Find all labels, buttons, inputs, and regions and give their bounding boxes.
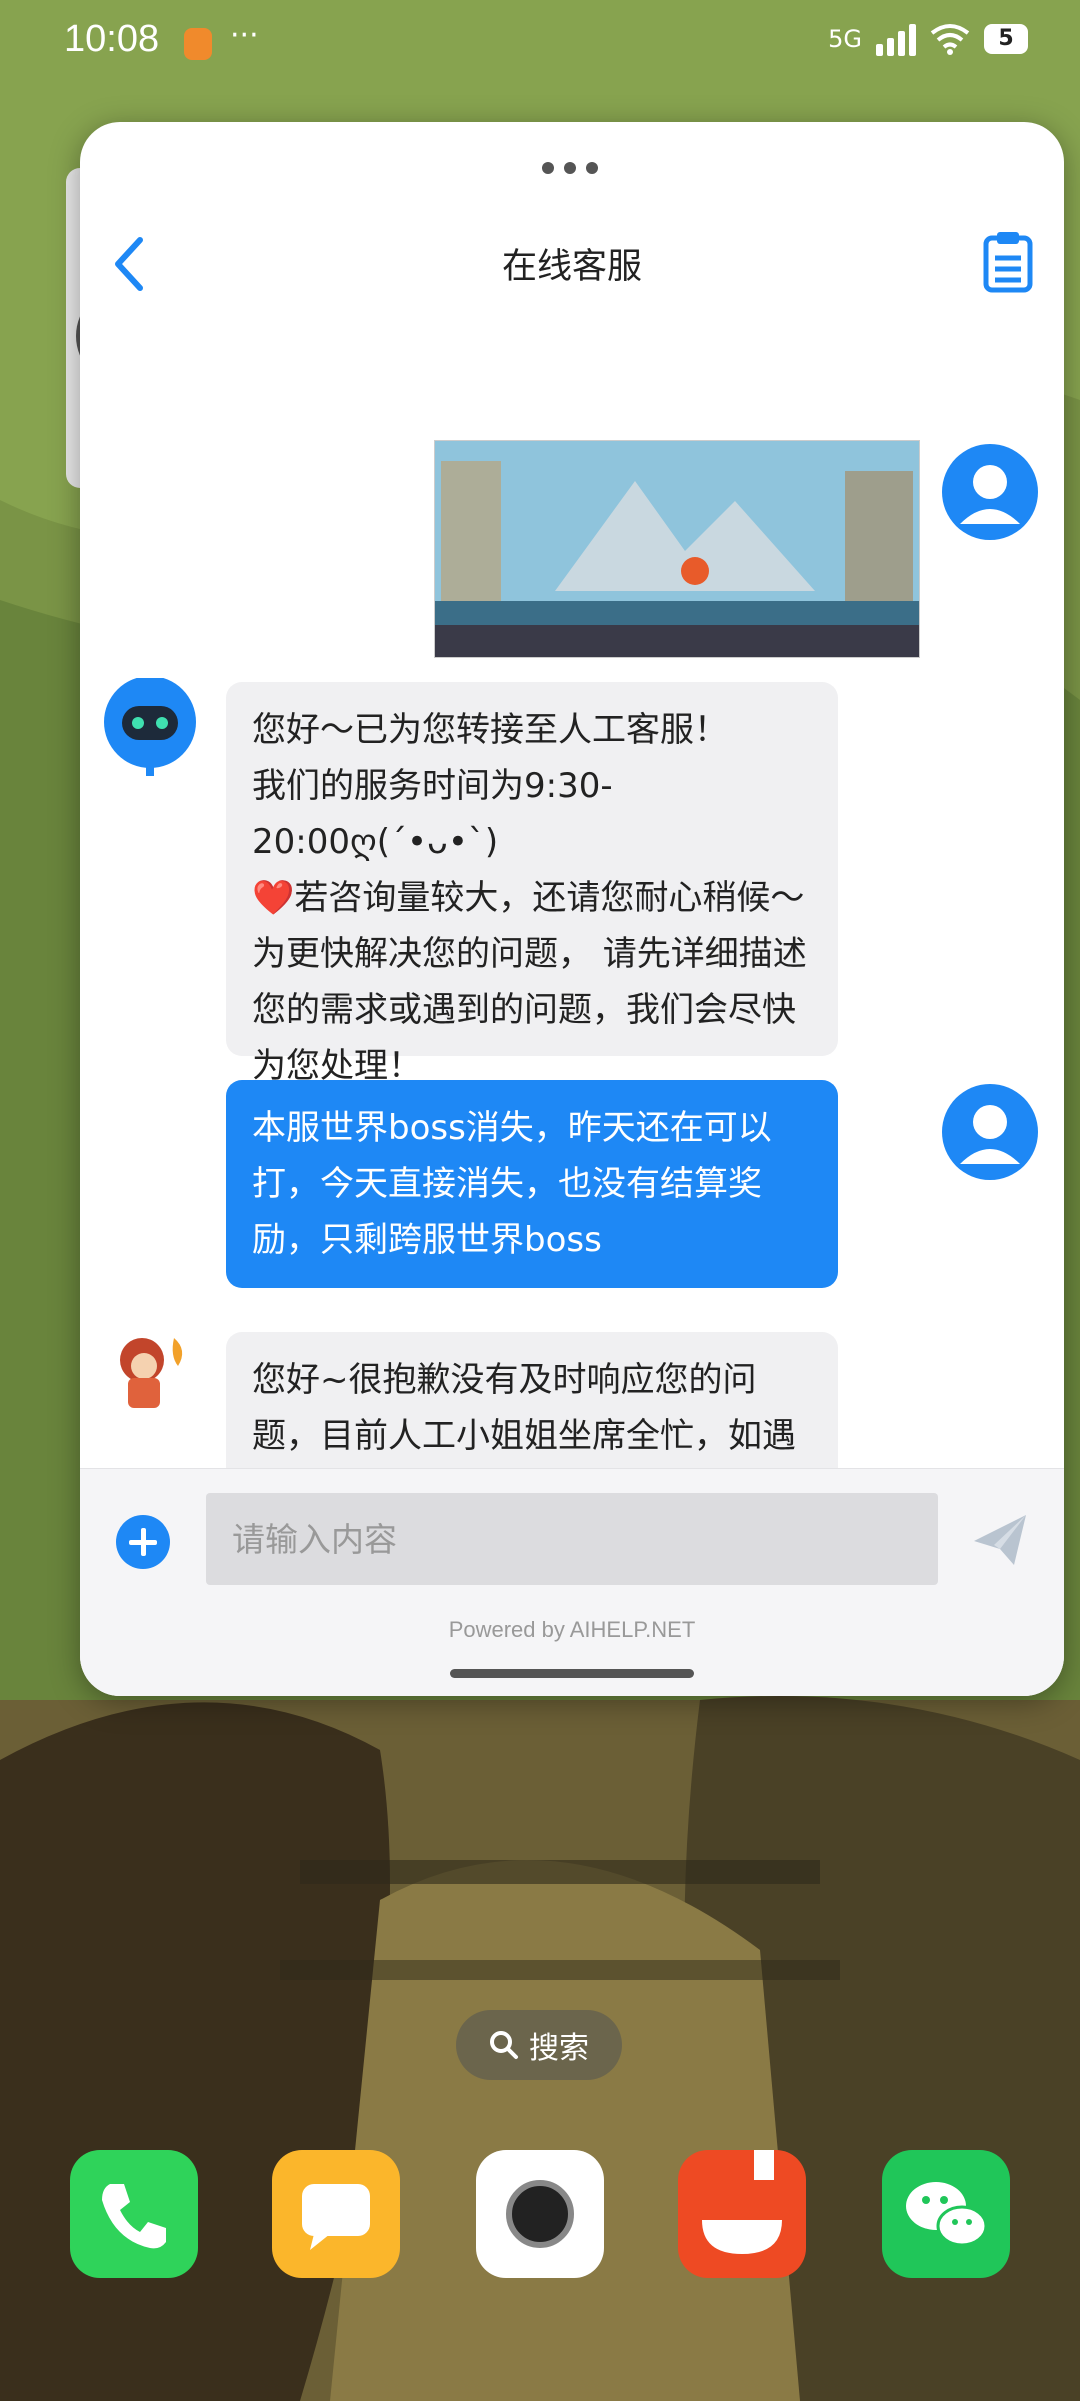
bot-message-text: 您好～已为您转接至人工客服！ 我们的服务时间为9:30-20:00ღ(´•ᴗ•`…	[252, 710, 807, 1086]
dock-tomato-novel-app[interactable]	[678, 2150, 806, 2278]
agent-avatar	[120, 1338, 183, 1408]
user-avatar	[942, 1084, 1038, 1180]
clipboard-icon[interactable]	[980, 230, 1036, 294]
search-label: 搜索	[529, 2031, 589, 2066]
user-message-text: 本服世界boss消失，昨天还在可以打，今天直接消失，也没有结算奖励，只剩跨服世界…	[252, 1108, 772, 1260]
search-icon	[490, 2031, 518, 2059]
send-icon[interactable]	[970, 1509, 1030, 1569]
robot-avatar	[104, 678, 196, 776]
battery-icon: 5	[984, 24, 1028, 54]
status-right-group: 5G 5	[828, 22, 1028, 56]
powered-by-text: Powered by AIHELP.NET	[448, 1617, 696, 1642]
window-drag-handle[interactable]	[542, 162, 598, 174]
home-search-button[interactable]: 搜索	[456, 2010, 622, 2080]
status-overflow-dots: ···	[230, 18, 259, 53]
input-bar: Powered by AIHELP.NET	[80, 1468, 1064, 1696]
dock-wechat-app[interactable]	[882, 2150, 1010, 2278]
game-screenshot-thumbnail	[435, 441, 919, 657]
add-attachment-button[interactable]	[116, 1515, 170, 1569]
dock-camera-app[interactable]	[476, 2150, 604, 2278]
phone-icon	[102, 2184, 166, 2249]
user-message-bubble: 本服世界boss消失，昨天还在可以打，今天直接消失，也没有结算奖励，只剩跨服世界…	[226, 1080, 838, 1288]
message-list[interactable]: 您好～已为您转接至人工客服！ 我们的服务时间为9:30-20:00ღ(´•ᴗ•`…	[80, 310, 1064, 1588]
wechat-icon	[906, 2182, 988, 2247]
dock-messages-app[interactable]	[272, 2150, 400, 2278]
window-home-indicator[interactable]	[450, 1669, 694, 1678]
app-notification-icon	[184, 28, 212, 60]
camera-lens-icon	[506, 2180, 574, 2248]
chat-header: 在线客服	[80, 220, 1064, 310]
wifi-icon	[930, 24, 970, 55]
status-bar: 10:08 ··· 5G 5	[0, 0, 1080, 90]
signal-icon	[876, 22, 916, 56]
status-time: 10:08	[64, 18, 160, 60]
page-title: 在线客服	[501, 247, 642, 287]
dock-phone-app[interactable]	[70, 2150, 198, 2278]
user-avatar	[942, 444, 1038, 540]
bot-message-bubble: 您好～已为您转接至人工客服！ 我们的服务时间为9:30-20:00ღ(´•ᴗ•`…	[226, 682, 838, 1086]
screenshot-image-message[interactable]	[434, 440, 920, 658]
message-input[interactable]	[206, 1493, 938, 1585]
network-label: 5G	[828, 25, 862, 53]
chat-window: 在线客服 您好～已为您转接至人工客服！ 我们的服务时间为9:30-20:00ღ(…	[80, 122, 1064, 1696]
tomato-icon	[702, 2150, 782, 2254]
message-bubble-icon	[302, 2184, 370, 2250]
